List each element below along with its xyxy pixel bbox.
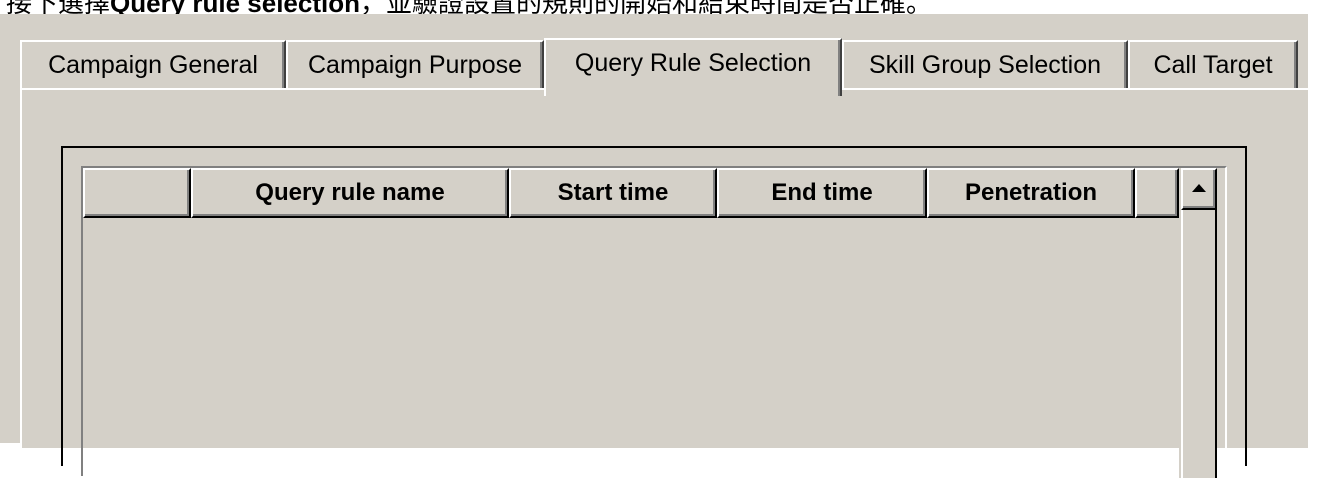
column-header-start-time[interactable]: Start time [509,168,717,218]
scroll-up-button[interactable] [1181,168,1217,210]
tab-call-target[interactable]: Call Target [1128,40,1298,90]
up-arrow-icon [1192,184,1206,192]
column-header-query-rule-name[interactable]: Query rule name [191,168,509,218]
tab-page-query-rule-selection: Query rule name Start time End time Pene… [20,88,1308,478]
dialog-right-edge [1308,14,1318,443]
tab-query-rule-selection[interactable]: Query Rule Selection [544,38,842,96]
query-rule-grid: Query rule name Start time End time Pene… [81,166,1227,478]
tab-campaign-purpose[interactable]: Campaign Purpose [286,40,544,90]
tab-campaign-general[interactable]: Campaign General [20,40,286,90]
campaign-dialog: Campaign General Campaign Purpose Query … [0,14,1318,478]
scroll-track[interactable] [1181,210,1217,478]
grid-header-row: Query rule name Start time End time Pene… [83,168,1187,218]
vertical-scrollbar[interactable] [1179,168,1217,478]
tab-skill-group-selection[interactable]: Skill Group Selection [842,40,1128,90]
column-header-end-time[interactable]: End time [717,168,927,218]
column-header-penetration[interactable]: Penetration [927,168,1135,218]
column-header-extra[interactable] [1135,168,1179,218]
query-rule-grid-frame: Query rule name Start time End time Pene… [61,146,1247,478]
column-header-row-selector[interactable] [83,168,191,218]
